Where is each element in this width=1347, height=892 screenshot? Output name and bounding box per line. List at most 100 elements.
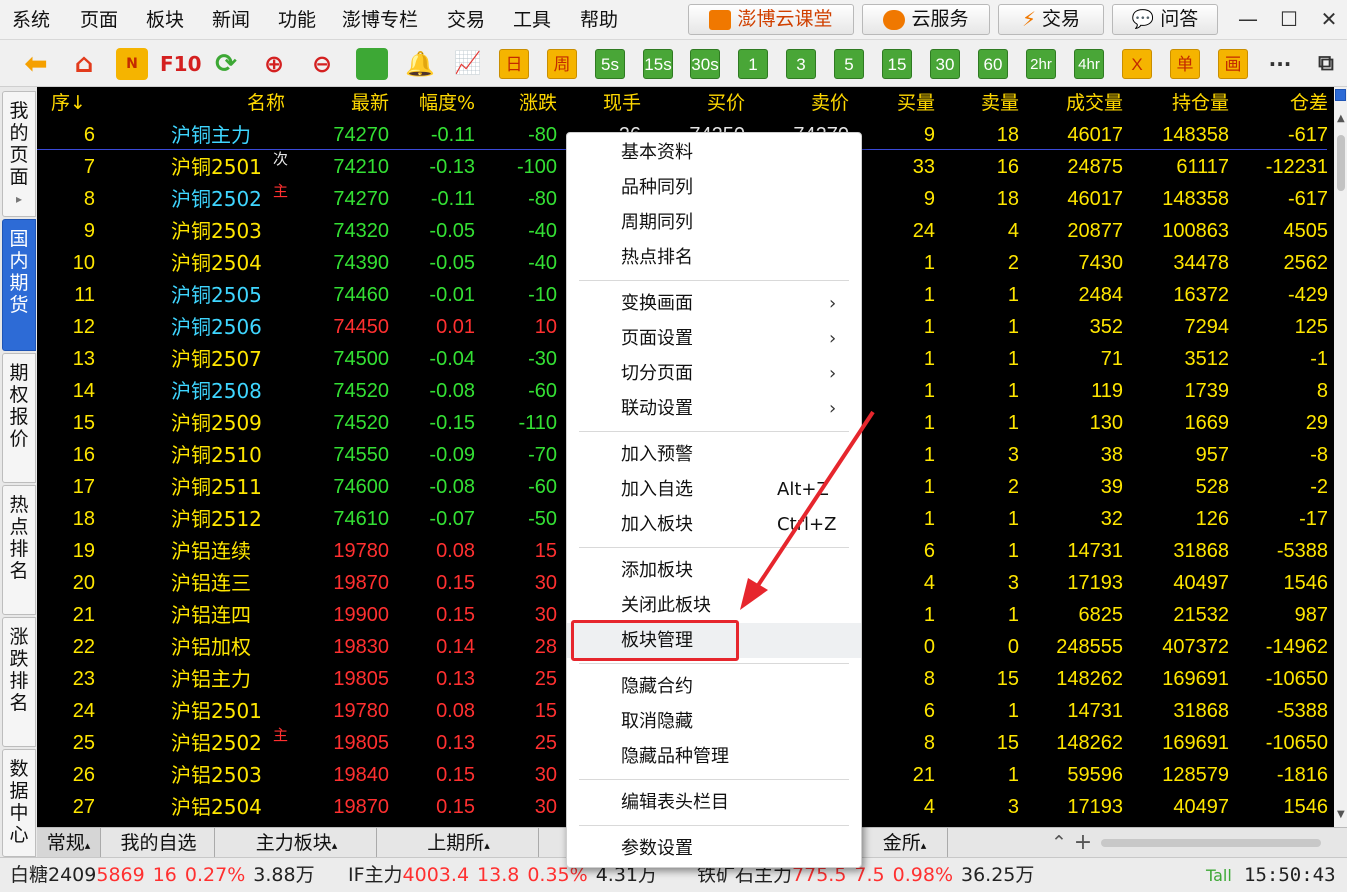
scroll-down-icon[interactable]: ▼ <box>1337 809 1345 820</box>
cell-diff: 987 <box>1294 604 1328 626</box>
pengbo-classroom-button[interactable]: 澎博云课堂 <box>688 4 854 35</box>
period-5s[interactable]: 5s <box>595 49 625 79</box>
qa-button[interactable]: 💬 问答 <box>1112 4 1218 35</box>
menu-item[interactable]: 加入自选 Alt+Z <box>567 472 861 507</box>
period-30[interactable]: 30 <box>930 49 960 79</box>
status-ticker[interactable]: 白糖24095869 16 0.27% 3.88万 <box>10 858 323 892</box>
menu-item[interactable]: 热点排名 <box>567 240 861 275</box>
home-icon[interactable]: ⌂ <box>68 48 100 80</box>
menu-page[interactable]: 页面 <box>80 0 118 40</box>
menu-item[interactable]: 编辑表头栏目 <box>567 785 861 820</box>
col-change[interactable]: 涨跌 <box>477 87 557 119</box>
menu-sector[interactable]: 板块 <box>146 0 184 40</box>
tab-scroll-icon[interactable]: ⌃ <box>1047 828 1071 858</box>
menu-item[interactable]: 添加板块 <box>567 553 861 588</box>
col-open-interest[interactable]: 持仓量 <box>1123 87 1229 119</box>
alert-bell-icon[interactable]: 🔔 <box>404 48 436 80</box>
menu-item[interactable]: 联动设置 › <box>567 391 861 426</box>
menu-item[interactable]: 基本资料 <box>567 135 861 170</box>
menu-item[interactable]: 加入预警 <box>567 437 861 472</box>
menu-item[interactable]: 页面设置 › <box>567 321 861 356</box>
sidetab-hot-ranking[interactable]: 热点排名 <box>2 485 36 615</box>
menu-pengbo-column[interactable]: 澎博专栏 <box>342 0 418 40</box>
tab-gold-exchange[interactable]: 金所▴ <box>862 828 948 858</box>
period-3[interactable]: 3 <box>786 49 816 79</box>
cell-oi: 148358 <box>1162 124 1229 146</box>
period-15[interactable]: 15 <box>882 49 912 79</box>
tab-main-sector[interactable]: 主力板块▴ <box>217 828 377 858</box>
cell-pct: 0.13 <box>436 668 475 690</box>
windows-icon[interactable] <box>356 48 388 80</box>
menu-function[interactable]: 功能 <box>278 0 316 40</box>
scroll-up-icon[interactable]: ▲ <box>1337 113 1345 124</box>
period-day[interactable]: 日 <box>499 49 529 79</box>
menu-system[interactable]: 系统 <box>12 0 50 40</box>
menu-item[interactable]: 取消隐藏 <box>567 704 861 739</box>
col-bid-qty[interactable]: 买量 <box>849 87 935 119</box>
back-arrow-icon[interactable]: ⬅ <box>20 48 52 80</box>
period-5[interactable]: 5 <box>834 49 864 79</box>
cell-vol: 59596 <box>1067 764 1123 786</box>
window-restore-icon[interactable]: ⧉ <box>1310 48 1342 80</box>
horizontal-scrollbar[interactable] <box>1101 839 1321 847</box>
menu-news[interactable]: 新闻 <box>212 0 250 40</box>
news-icon[interactable]: N <box>116 48 148 80</box>
cell-oi: 34478 <box>1173 252 1229 274</box>
menu-help[interactable]: 帮助 <box>580 0 618 40</box>
menu-trade[interactable]: 交易 <box>447 0 485 40</box>
col-ask-qty[interactable]: 卖量 <box>935 87 1019 119</box>
col-name[interactable]: 名称 <box>187 87 285 119</box>
sidetab-my-page[interactable]: 我的页面 ▸ <box>2 91 36 217</box>
menu-item[interactable]: 参数设置 <box>567 831 861 866</box>
col-pct[interactable]: 幅度% <box>389 87 475 119</box>
zoom-in-icon[interactable]: ⊕ <box>258 48 290 80</box>
menu-item[interactable]: 隐藏合约 <box>567 669 861 704</box>
period-30s[interactable]: 30s <box>690 49 720 79</box>
col-ask[interactable]: 卖价 <box>745 87 849 119</box>
period-4hr[interactable]: 4hr <box>1074 49 1104 79</box>
menu-item[interactable]: 品种同列 <box>567 170 861 205</box>
add-tab-icon[interactable]: + <box>1071 828 1095 858</box>
tab-shfe[interactable]: 上期所▴ <box>379 828 539 858</box>
paint-button[interactable]: 画 <box>1218 49 1248 79</box>
col-last[interactable]: 最新 <box>299 87 389 119</box>
cloud-service-button[interactable]: 云服务 <box>862 4 990 35</box>
col-volume[interactable]: 成交量 <box>1019 87 1123 119</box>
sidetab-domestic-futures[interactable]: 国内期货 <box>2 219 36 351</box>
tab-general[interactable]: 常规▴ <box>37 828 101 858</box>
chart-trend-icon[interactable]: 📈 <box>452 48 484 80</box>
x-button[interactable]: X <box>1122 49 1152 79</box>
menu-item[interactable]: 周期同列 <box>567 205 861 240</box>
col-hand[interactable]: 现手 <box>557 87 641 119</box>
menu-item[interactable]: 隐藏品种管理 <box>567 739 861 774</box>
menu-item[interactable]: 切分页面 › <box>567 356 861 391</box>
period-15s[interactable]: 15s <box>643 49 673 79</box>
close-button[interactable]: ✕ <box>1313 4 1345 34</box>
scroll-thumb[interactable] <box>1337 135 1345 191</box>
sidetab-options-quote[interactable]: 期权报价 <box>2 353 36 483</box>
col-seq[interactable]: 序↓ <box>51 87 111 119</box>
more-icon[interactable]: ··· <box>1264 48 1296 80</box>
single-button[interactable]: 单 <box>1170 49 1200 79</box>
menu-tools[interactable]: 工具 <box>513 0 551 40</box>
minimize-button[interactable]: — <box>1232 4 1264 34</box>
period-1[interactable]: 1 <box>738 49 768 79</box>
f10-icon[interactable]: F10 <box>160 48 202 80</box>
maximize-button[interactable]: ☐ <box>1273 4 1305 34</box>
trade-button[interactable]: ⚡ 交易 <box>998 4 1104 35</box>
col-oi-diff[interactable]: 仓差 <box>1229 87 1328 119</box>
menu-item[interactable]: 变换画面 › <box>567 286 861 321</box>
tab-my-watchlist[interactable]: 我的自选 <box>103 828 215 858</box>
sidetab-change-ranking[interactable]: 涨跌排名 <box>2 617 36 747</box>
zoom-out-icon[interactable]: ⊖ <box>306 48 338 80</box>
menu-item[interactable]: 关闭此板块 <box>567 588 861 623</box>
period-2hr[interactable]: 2hr <box>1026 49 1056 79</box>
vertical-scrollbar[interactable]: ▲ ▼ <box>1334 87 1347 827</box>
period-week[interactable]: 周 <box>547 49 577 79</box>
refresh-icon[interactable]: ⟳ <box>210 48 242 80</box>
menu-item[interactable]: 加入板块 Ctrl+Z <box>567 507 861 542</box>
column-config-icon[interactable] <box>1335 89 1346 101</box>
sidetab-data-center[interactable]: 数据中心 <box>2 749 36 857</box>
col-bid[interactable]: 买价 <box>641 87 745 119</box>
period-60[interactable]: 60 <box>978 49 1008 79</box>
